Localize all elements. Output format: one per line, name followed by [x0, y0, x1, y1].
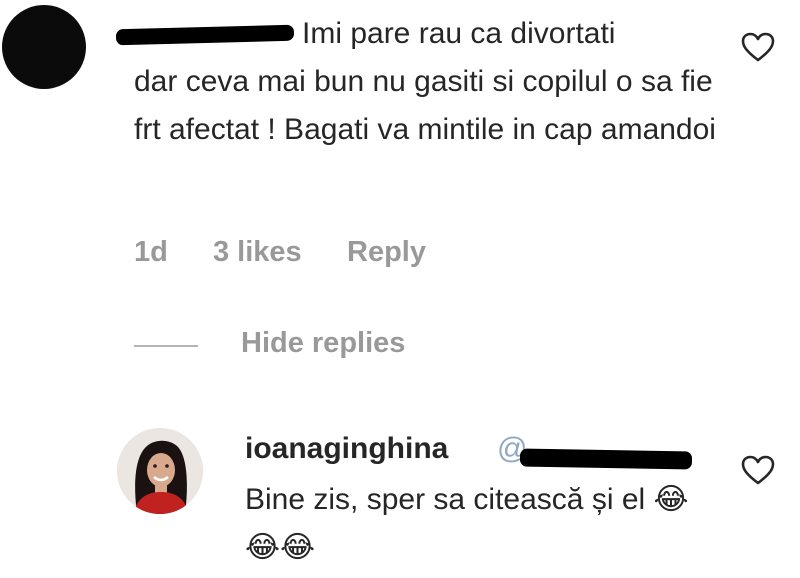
reply-avatar[interactable] — [117, 428, 203, 514]
heart-icon[interactable] — [741, 32, 775, 62]
reply-text: Bine zis, sper sa citească și el 😂😂😂 — [245, 483, 689, 564]
hide-replies-button[interactable]: Hide replies — [241, 327, 405, 360]
comment-likes-count[interactable]: 3 likes — [213, 236, 302, 269]
heart-icon[interactable] — [741, 455, 775, 485]
reply-button[interactable]: Reply — [347, 236, 426, 269]
comment-timestamp: 1d — [134, 236, 168, 268]
replies-divider — [134, 345, 198, 347]
redacted-mention — [519, 448, 693, 470]
comment-text-line1: Imi pare rau ca divortati — [302, 17, 616, 50]
comment-text: dar ceva mai bun nu gasiti si copilul o … — [134, 65, 716, 146]
reply-username[interactable]: ioanaginghina — [245, 432, 448, 466]
commenter-avatar[interactable] — [2, 5, 86, 89]
redacted-username — [115, 24, 295, 46]
profile-photo-icon — [117, 428, 203, 514]
